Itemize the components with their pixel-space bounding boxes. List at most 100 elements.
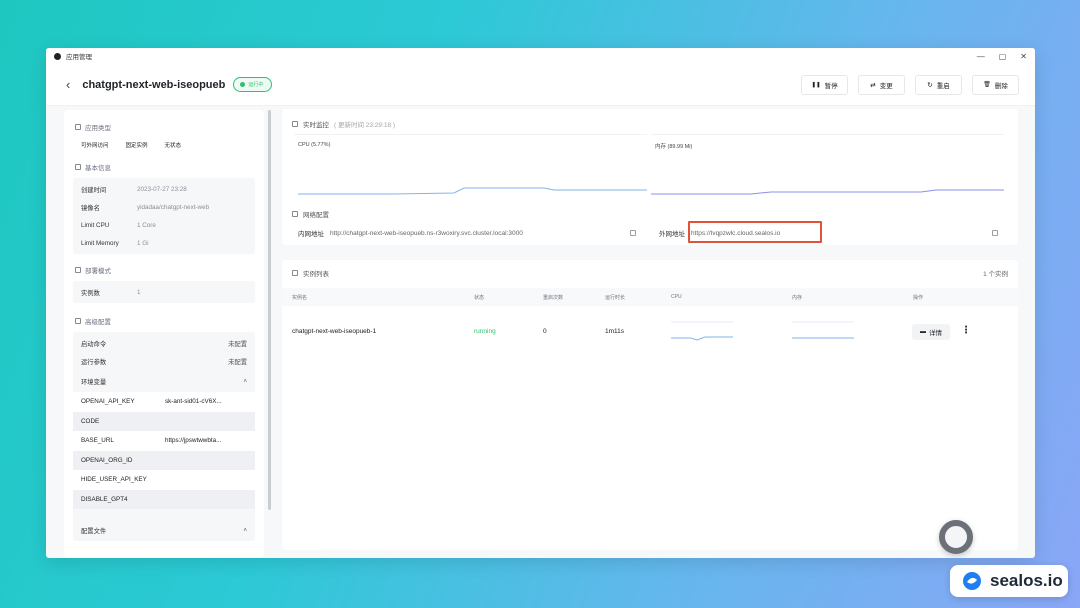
maximize-button[interactable]: ▢: [999, 52, 1007, 61]
memory-line: [651, 189, 1004, 195]
copy-icon[interactable]: [630, 230, 636, 236]
info-key: Limit CPU: [81, 221, 110, 229]
env-row: OPENAI_API_KEY sk-ant-sid01-cV6X...: [73, 392, 255, 412]
status-dot-icon: [240, 82, 246, 87]
env-key: OPENAI_API_KEY: [81, 398, 135, 406]
info-icon: [75, 164, 81, 170]
basic-info-title: 基本信息: [85, 165, 111, 172]
trash-icon: 🗑: [983, 82, 991, 88]
env-value: sk-ant-sid01-cV6X...: [165, 398, 222, 406]
pause-button[interactable]: ❚❚ 暂停: [801, 74, 848, 95]
deploy-title: 部署模式: [85, 268, 111, 275]
tag-fixed: 固定实例: [125, 143, 148, 149]
loading-spinner-icon: [939, 520, 973, 554]
basic-info-section-title: 基本信息: [64, 162, 264, 172]
tag-public: 可外网访问: [81, 143, 109, 149]
instance-uptime: 1m11s: [605, 328, 625, 335]
instances-title-row: 实例列表: [292, 268, 329, 278]
network-title-row: 网络配置: [292, 209, 329, 219]
cpu-chart: CPU (5.77%): [294, 134, 647, 196]
internal-address-value: http://chatgpt-next-web-iseopueb.ns-r3wo…: [330, 229, 523, 237]
app-type-icon: [75, 124, 81, 130]
detail-button[interactable]: ▬ 详情: [912, 324, 950, 340]
restart-icon: ↻: [927, 81, 933, 89]
advanced-title: 高级配置: [85, 319, 111, 326]
minimize-button[interactable]: —: [977, 52, 985, 61]
delete-button[interactable]: 🗑 删除: [972, 74, 1019, 95]
basic-info-row: 创建时间 2023-07-27 23:28: [73, 180, 255, 198]
config-file-header[interactable]: 配置文件 ˄: [73, 519, 255, 541]
basic-info-row: Limit CPU 1 Core: [73, 216, 255, 234]
instance-name: chatgpt-next-web-iseopueb-1: [292, 328, 377, 335]
command-value: 未配置: [228, 340, 247, 348]
column-header: CPU: [671, 294, 682, 300]
info-value: yidadaa/chatgpt-next-web: [137, 203, 210, 211]
env-row: CODE: [73, 411, 255, 431]
config-file-title: 配置文件: [81, 527, 107, 535]
advanced-list: 启动命令 未配置 运行参数 未配置 环境变量 ˄ OPENAI_API_KEY sk-a…: [73, 332, 255, 541]
instance-memory-sparkline: [792, 321, 854, 339]
internal-address-row: 内网地址 http://chatgpt-next-web-iseopueb.ns…: [298, 228, 523, 239]
instance-restarts: 0: [543, 328, 547, 335]
app-window: 应用管理 — ▢ ✕ ‹ chatgpt-next-web-iseopueb 运…: [46, 48, 1035, 558]
more-options-icon[interactable]: ⋮: [961, 325, 971, 336]
env-title: 环境变量: [81, 378, 107, 386]
internal-address-label: 内网地址: [298, 231, 324, 238]
env-header[interactable]: 环境变量 ˄: [73, 370, 255, 392]
deploy-list: 实例数 1: [73, 281, 255, 303]
info-key: Limit Memory: [81, 239, 119, 247]
list-icon: [292, 270, 298, 276]
app-name: chatgpt-next-web-iseopueb: [82, 78, 226, 91]
env-row: BASE_URL https://jpswtwwbta...: [73, 431, 255, 451]
pause-label: 暂停: [824, 82, 838, 90]
external-address-label: 外网地址: [659, 231, 685, 238]
gear-icon: [75, 318, 81, 324]
close-button[interactable]: ✕: [1020, 52, 1027, 61]
restart-button[interactable]: ↻ 重启: [915, 74, 962, 95]
info-key: 镜像名: [81, 204, 100, 212]
chevron-up-icon[interactable]: ˄: [243, 378, 247, 385]
tag-stateless: 无状态: [164, 143, 182, 149]
restart-label: 重启: [936, 82, 950, 90]
app-header: ‹ chatgpt-next-web-iseopueb 运行中 ❚❚ 暂停 ⇄ …: [46, 64, 1035, 106]
column-header: 运行时长: [605, 295, 626, 301]
app-icon: [54, 52, 61, 60]
instances-panel: 实例列表 1 个实例 实例名 状态 重启次数 运行时长 CPU 内存 操作 ch…: [282, 260, 1018, 550]
copy-icon[interactable]: [992, 230, 998, 236]
title-bar: 应用管理 — ▢ ✕: [46, 48, 1035, 64]
chevron-up-icon[interactable]: ˄: [243, 527, 247, 534]
column-header: 实例名: [292, 295, 308, 301]
args-value: 未配置: [228, 358, 247, 366]
info-value: 1 Core: [137, 221, 156, 229]
env-key: CODE: [81, 417, 100, 425]
args-key: 运行参数: [81, 358, 107, 366]
sealos-logo-icon: [963, 572, 981, 590]
window-title: 应用管理: [66, 54, 92, 61]
command-key: 启动命令: [81, 340, 107, 348]
env-row: HIDE_USER_API_KEY: [73, 470, 255, 490]
basic-info-list: 创建时间 2023-07-27 23:28 镜像名 yidadaa/chatgpt-…: [73, 178, 255, 254]
env-row: OPENAI_ORG_ID: [73, 450, 255, 470]
sealos-brand-text: sealos.io: [990, 571, 1063, 590]
column-header: 重启次数: [543, 295, 564, 301]
back-arrow-icon[interactable]: ‹: [66, 77, 70, 92]
monitor-title: 实时监控: [303, 122, 329, 129]
info-key: 创建时间: [81, 186, 107, 194]
info-value: 1 Gi: [137, 239, 149, 247]
env-key: BASE_URL: [81, 437, 114, 445]
memory-chart: 内存 (89.99 Mi): [651, 134, 1004, 196]
info-value: 2023-07-27 23:28: [137, 185, 187, 193]
swap-icon: ⇄: [870, 81, 876, 89]
status-badge: 运行中: [233, 77, 273, 92]
instance-count: 1 个实例: [983, 271, 1008, 278]
app-type-tags: 可外网访问 固定实例 无状态: [64, 141, 264, 149]
table-header: 实例名 状态 重启次数 运行时长 CPU 内存 操作: [282, 288, 1018, 306]
sidebar-scrollbar[interactable]: [268, 110, 271, 510]
update-button[interactable]: ⇄ 变更: [858, 74, 905, 95]
column-header: 操作: [913, 295, 924, 301]
env-key: OPENAI_ORG_ID: [81, 456, 133, 464]
network-icon: [292, 211, 298, 217]
detail-icon: ▬: [920, 329, 926, 335]
deploy-row: 实例数 1: [73, 283, 255, 301]
cpu-line: [298, 187, 647, 195]
